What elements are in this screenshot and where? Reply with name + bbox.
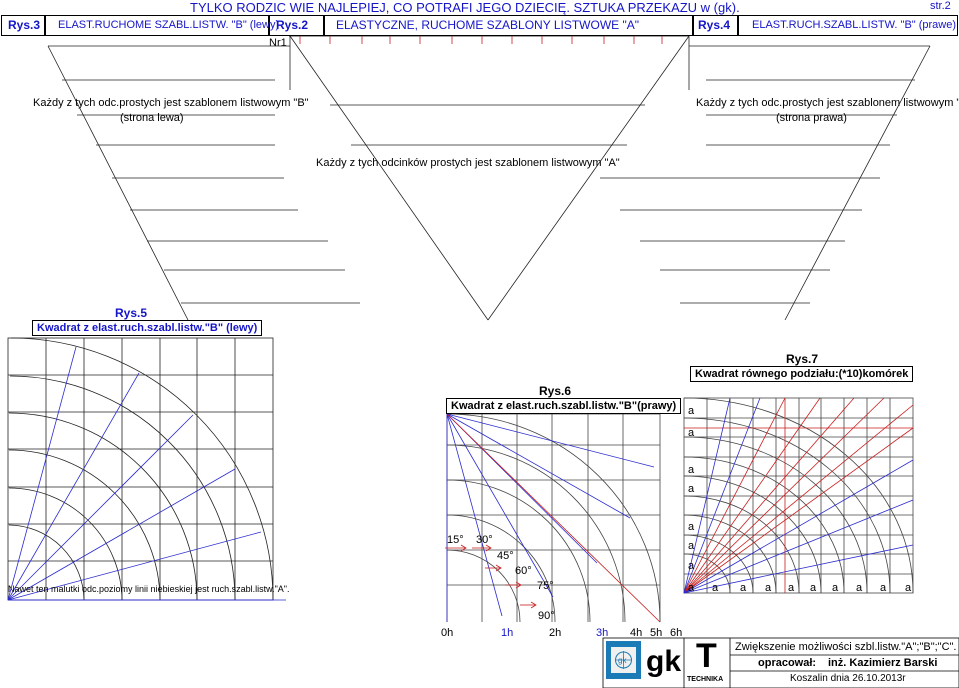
cell-mark: a bbox=[688, 521, 695, 533]
rys5-title: Kwadrat z elast.ruch.szabl.listw."B" (le… bbox=[32, 320, 263, 336]
cell-mark: a bbox=[688, 540, 695, 552]
stamp-t: T bbox=[696, 637, 717, 675]
cell-mark: a bbox=[880, 582, 887, 594]
hour-label: 1h bbox=[501, 627, 514, 639]
hour-label: 2h bbox=[549, 627, 562, 639]
hour-label: 3h bbox=[596, 627, 609, 639]
angle-label: 30° bbox=[476, 534, 493, 546]
hour-label: 6h bbox=[670, 627, 683, 639]
cell-mark: a bbox=[688, 405, 695, 417]
angle-label: 15° bbox=[447, 534, 464, 546]
angle-label: 60° bbox=[515, 565, 532, 577]
cell-mark: a bbox=[688, 560, 695, 572]
hour-label: 0h bbox=[441, 627, 454, 639]
cell-mark: a bbox=[712, 582, 719, 594]
right-triangle-caption: Każdy z tych odc.prostych jest szablonem… bbox=[696, 97, 959, 109]
cell-mark: a bbox=[810, 582, 817, 594]
center-triangle-caption: Każdy z tych odcinków prostych jest szab… bbox=[316, 157, 620, 169]
stamp-gk: gk bbox=[646, 645, 682, 678]
rys5-label: Rys.5 bbox=[115, 306, 148, 320]
rys7-label: Rys.7 bbox=[786, 352, 819, 366]
stamp-technika: TECHNIKA bbox=[687, 676, 724, 683]
cell-mark: a bbox=[688, 483, 695, 495]
angle-label: 45° bbox=[497, 550, 514, 562]
cell-mark: a bbox=[856, 582, 863, 594]
stamp-author-label: opracował: bbox=[758, 657, 817, 669]
cell-mark: a bbox=[765, 582, 772, 594]
cell-mark: a bbox=[688, 582, 695, 594]
left-triangle-caption: Każdy z tych odc.prostych jest szablonem… bbox=[33, 97, 309, 109]
cell-mark: a bbox=[788, 582, 795, 594]
rys7-title: Kwadrat równego podziału:(*10)komórek bbox=[690, 366, 914, 382]
stamp-line1: Zwiększenie możliwości szbl.listw."A";"B… bbox=[735, 641, 957, 653]
cell-mark: a bbox=[688, 464, 695, 476]
cell-mark: a bbox=[740, 582, 747, 594]
rys6-title: Kwadrat z elast.ruch.szabl.listw."B"(pra… bbox=[446, 398, 682, 414]
cell-mark: a bbox=[832, 582, 839, 594]
angle-label: 90° bbox=[538, 610, 555, 622]
angle-label: 75° bbox=[537, 580, 554, 592]
logo-text: gk bbox=[618, 656, 627, 665]
right-triangle-subcaption: (strona prawa) bbox=[776, 112, 847, 124]
bottom-note: Nawet ten malutki odc.poziomy linii nieb… bbox=[8, 584, 290, 594]
rys6-label: Rys.6 bbox=[539, 384, 572, 398]
hour-label: 4h bbox=[630, 627, 643, 639]
cell-mark: a bbox=[688, 427, 695, 439]
left-triangle-subcaption: (strona lewa) bbox=[120, 112, 184, 124]
hour-label: 5h bbox=[650, 627, 663, 639]
cell-mark: a bbox=[905, 582, 912, 594]
stamp-date: Koszalin dnia 26.10.2013r bbox=[790, 673, 906, 684]
stamp-author-name: inż. Kazimierz Barski bbox=[828, 657, 938, 669]
